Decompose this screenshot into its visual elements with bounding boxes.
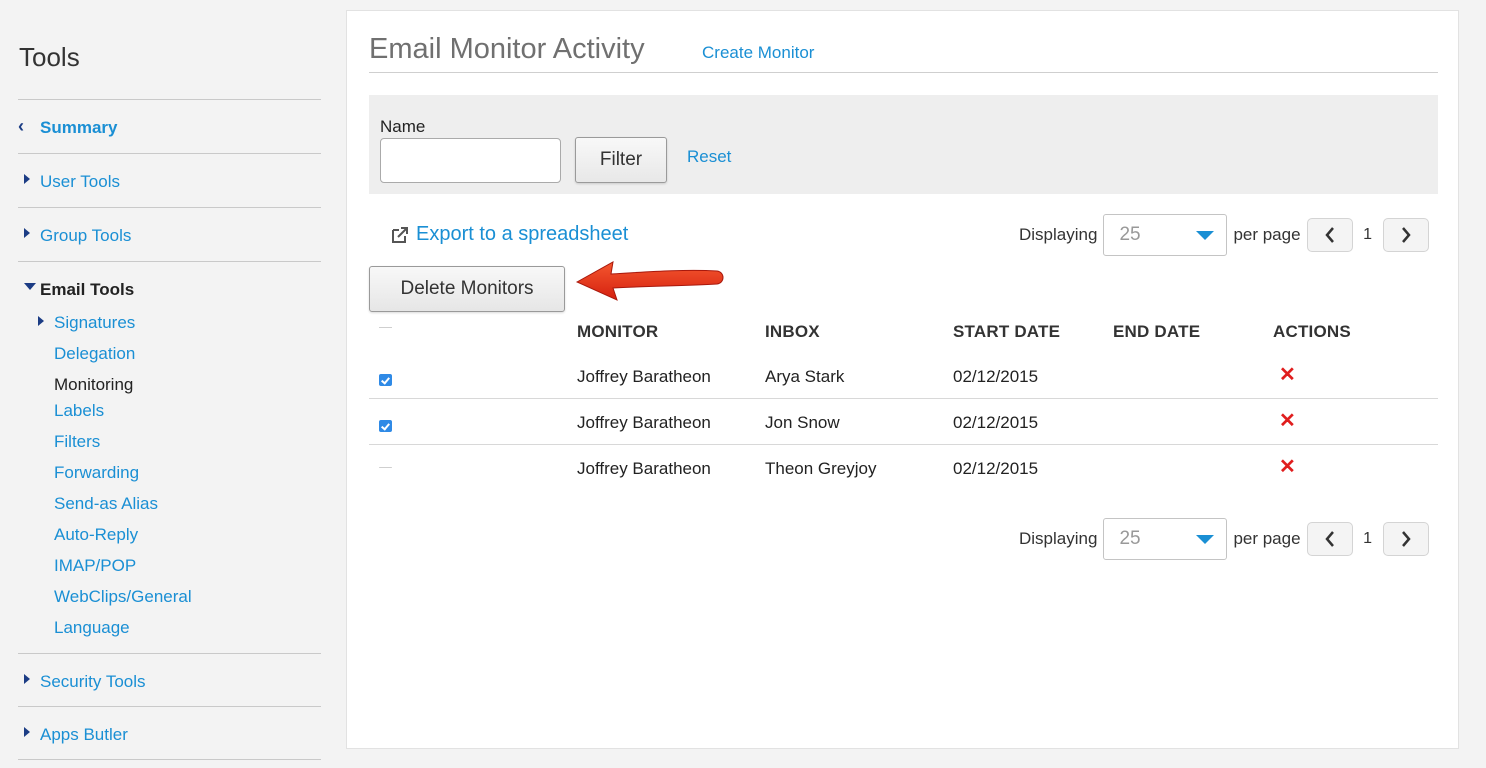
filter-button[interactable]: Filter [575, 137, 667, 183]
chevron-left-icon [1324, 227, 1334, 243]
displaying-label: Displaying [1019, 225, 1098, 244]
delete-monitors-button[interactable]: Delete Monitors [369, 266, 565, 312]
sidebar-item-security-tools[interactable]: Security Tools [18, 653, 321, 706]
create-monitor-link[interactable]: Create Monitor [702, 43, 814, 63]
table-row: Joffrey Baratheon Arya Stark 02/12/2015 … [369, 353, 1438, 399]
table-row: Joffrey Baratheon Theon Greyjoy 02/12/20… [369, 445, 1438, 491]
sidebar-item-group-tools[interactable]: Group Tools [18, 207, 321, 261]
sidebar-subitem-webclips[interactable]: WebClips/General [54, 587, 192, 607]
chevron-right-icon [1401, 227, 1411, 243]
pager-top: Displaying 25 per page 1 [1019, 214, 1429, 256]
page-number: 1 [1363, 530, 1373, 547]
caret-right-icon [24, 674, 30, 684]
sidebar-subitem-filters[interactable]: Filters [54, 432, 100, 452]
caret-right-icon [24, 727, 30, 737]
pager-bottom: Displaying 25 per page 1 [1019, 518, 1429, 560]
cell-start-date: 02/12/2015 [953, 459, 1039, 478]
column-header-end-date[interactable]: END DATE [1113, 322, 1200, 342]
sidebar-title: Tools [19, 42, 80, 72]
sidebar-subitem-forwarding[interactable]: Forwarding [54, 463, 139, 483]
row-checkbox[interactable] [379, 467, 392, 468]
per-page-label: per page [1233, 529, 1301, 548]
select-all-checkbox[interactable] [379, 327, 392, 328]
chevron-right-icon [1401, 531, 1411, 547]
sidebar-item-label[interactable]: Summary [40, 118, 117, 138]
sidebar-item-label[interactable]: Security Tools [40, 672, 146, 692]
sidebar-subitem-imap-pop[interactable]: IMAP/POP [54, 556, 136, 576]
triangle-down-icon [1196, 535, 1215, 544]
sidebar-item-label[interactable]: Apps Butler [40, 725, 128, 745]
column-header-actions: ACTIONS [1273, 322, 1351, 341]
row-checkbox[interactable] [379, 374, 392, 386]
column-header-monitor[interactable]: MONITOR [577, 322, 658, 342]
sidebar-item-summary[interactable]: ‹ Summary [18, 99, 321, 153]
column-header-start-date[interactable]: START DATE [953, 322, 1060, 342]
per-page-value: 25 [1119, 224, 1141, 245]
sidebar-item-user-tools[interactable]: User Tools [18, 153, 321, 207]
displaying-label: Displaying [1019, 529, 1098, 548]
cell-inbox: Theon Greyjoy [765, 459, 877, 478]
caret-right-icon [38, 316, 44, 326]
name-filter-input[interactable] [380, 138, 561, 183]
x-icon[interactable]: ✕ [1279, 457, 1296, 477]
column-header-inbox[interactable]: INBOX [765, 322, 820, 342]
filter-panel: Name Filter Reset [369, 95, 1438, 194]
table-header: MONITOR INBOX START DATE END DATE ACTION… [369, 311, 1438, 353]
row-checkbox[interactable] [379, 420, 392, 432]
per-page-select[interactable]: 25 [1103, 518, 1228, 560]
name-label: Name [380, 117, 426, 136]
page-number: 1 [1363, 226, 1373, 243]
cell-inbox: Arya Stark [765, 367, 845, 386]
sidebar-subitem-labels[interactable]: Labels [54, 401, 104, 421]
cell-monitor: Joffrey Baratheon [577, 413, 711, 432]
caret-down-icon [24, 283, 36, 290]
caret-right-icon [24, 174, 30, 184]
cell-monitor: Joffrey Baratheon [577, 367, 711, 386]
prev-page-button[interactable] [1306, 522, 1353, 556]
chevron-left-icon [1324, 531, 1334, 547]
main-panel: Email Monitor Activity Create Monitor Na… [346, 10, 1459, 749]
per-page-value: 25 [1119, 528, 1141, 549]
title-divider [369, 72, 1438, 73]
page-title: Email Monitor Activity [369, 33, 645, 65]
cell-inbox: Jon Snow [765, 413, 840, 432]
sidebar-subitem-signatures[interactable]: Signatures [54, 313, 135, 333]
reset-link[interactable]: Reset [687, 147, 731, 167]
x-icon[interactable]: ✕ [1279, 365, 1296, 385]
sidebar-item-email-tools[interactable]: Email Tools Signatures Delegation Monito… [18, 261, 321, 653]
cell-monitor: Joffrey Baratheon [577, 459, 711, 478]
sidebar-item-label[interactable]: Group Tools [40, 226, 131, 246]
sidebar-subitem-auto-reply[interactable]: Auto-Reply [54, 525, 138, 545]
sidebar-item-apps-butler[interactable]: Apps Butler [18, 706, 321, 760]
annotation-arrow-icon [575, 261, 724, 301]
sidebar-subitem-delegation[interactable]: Delegation [54, 344, 135, 364]
sidebar-subitem-language[interactable]: Language [54, 618, 130, 638]
prev-page-button[interactable] [1306, 218, 1353, 252]
x-icon[interactable]: ✕ [1279, 411, 1296, 431]
cell-start-date: 02/12/2015 [953, 367, 1039, 386]
next-page-button[interactable] [1382, 218, 1429, 252]
sidebar-subitem-monitoring[interactable]: Monitoring [54, 375, 133, 395]
table-row: Joffrey Baratheon Jon Snow 02/12/2015 ✕ [369, 399, 1438, 445]
caret-right-icon [24, 228, 30, 238]
next-page-button[interactable] [1382, 522, 1429, 556]
triangle-down-icon [1196, 231, 1215, 240]
per-page-label: per page [1233, 225, 1301, 244]
external-link-icon [392, 226, 408, 243]
sidebar-item-label[interactable]: User Tools [40, 172, 120, 192]
chevron-left-icon: ‹ [18, 116, 24, 136]
cell-start-date: 02/12/2015 [953, 413, 1039, 432]
sidebar-item-label[interactable]: Email Tools [40, 280, 134, 300]
export-label: Export to a spreadsheet [416, 223, 629, 245]
per-page-select[interactable]: 25 [1103, 214, 1228, 256]
export-spreadsheet-link[interactable]: Export to a spreadsheet [390, 223, 628, 246]
sidebar-subitem-send-as-alias[interactable]: Send-as Alias [54, 494, 158, 514]
